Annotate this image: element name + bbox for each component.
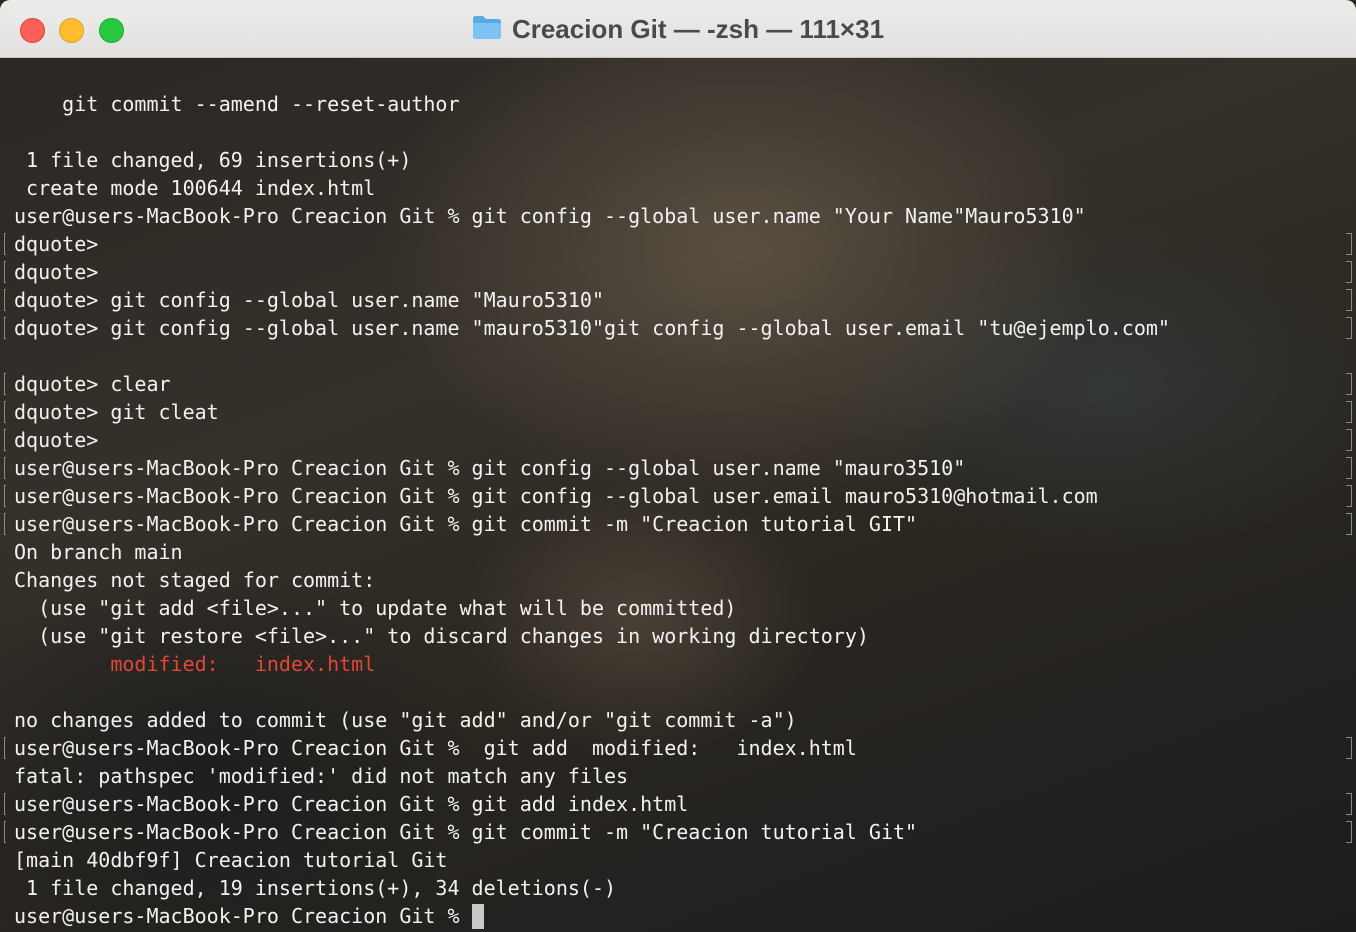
line-text: [main 40dbf9f] Creacion tutorial Git — [14, 848, 448, 872]
terminal-line: 1 file changed, 19 insertions(+), 34 del… — [14, 874, 1170, 902]
line-text: user@users-MacBook-Pro Creacion Git % — [14, 904, 472, 928]
line-mark-left — [4, 429, 6, 451]
terminal-line: fatal: pathspec 'modified:' did not matc… — [14, 762, 1170, 790]
line-text: user@users-MacBook-Pro Creacion Git % gi… — [14, 204, 1086, 228]
line-mark-right — [1346, 233, 1352, 255]
terminal-line: user@users-MacBook-Pro Creacion Git % gi… — [4, 818, 1352, 846]
line-text: dquote> git cleat — [14, 400, 219, 424]
line-text: git commit --amend --reset-author — [14, 92, 460, 116]
terminal-line: dquote> clear — [4, 370, 1352, 398]
terminal-line: On branch main — [14, 538, 1170, 566]
line-mark-right — [1346, 485, 1352, 507]
terminal-window: Creacion Git — -zsh — 111×31 git commit … — [0, 0, 1356, 932]
terminal-line: (use "git add <file>..." to update what … — [14, 594, 1170, 622]
line-text: user@users-MacBook-Pro Creacion Git % gi… — [14, 456, 966, 480]
title-container: Creacion Git — -zsh — 111×31 — [0, 0, 1356, 58]
text-cursor — [471, 904, 484, 929]
terminal-line: user@users-MacBook-Pro Creacion Git % gi… — [4, 734, 1352, 762]
line-mark-right — [1346, 429, 1352, 451]
line-text: (use "git restore <file>..." to discard … — [14, 624, 869, 648]
line-mark-right — [1346, 261, 1352, 283]
terminal-line: Changes not staged for commit: — [14, 566, 1170, 594]
line-text: user@users-MacBook-Pro Creacion Git % gi… — [14, 820, 918, 844]
terminal-line: user@users-MacBook-Pro Creacion Git % gi… — [4, 454, 1352, 482]
terminal-line: dquote> git config --global user.name "m… — [4, 314, 1352, 342]
line-text: 1 file changed, 69 insertions(+) — [14, 148, 412, 172]
line-mark-right — [1346, 373, 1352, 395]
terminal-line: 1 file changed, 69 insertions(+) — [14, 146, 1170, 174]
line-mark-right — [1346, 737, 1352, 759]
line-text: no changes added to commit (use "git add… — [14, 708, 797, 732]
line-text: On branch main — [14, 540, 183, 564]
terminal-output[interactable]: git commit --amend --reset-author 1 file… — [0, 58, 1356, 932]
line-mark-right — [1346, 821, 1352, 843]
line-text: dquote> — [14, 260, 99, 284]
folder-icon — [472, 14, 502, 45]
terminal-line: user@users-MacBook-Pro Creacion Git % gi… — [4, 482, 1352, 510]
line-text: Changes not staged for commit: — [14, 568, 376, 592]
line-text: dquote> git config --global user.name "M… — [14, 288, 605, 312]
terminal-line: modified: index.html — [14, 650, 1170, 678]
line-mark-left — [4, 793, 6, 815]
line-mark-right — [1346, 513, 1352, 535]
line-text: (use "git add <file>..." to update what … — [14, 596, 737, 620]
terminal-lines: git commit --amend --reset-author 1 file… — [4, 90, 1352, 930]
line-mark-left — [4, 289, 6, 311]
line-mark-left — [4, 513, 6, 535]
line-text: fatal: pathspec 'modified:' did not matc… — [14, 764, 629, 788]
line-mark-left — [4, 401, 6, 423]
modified-file-text: modified: index.html — [110, 652, 376, 676]
line-text: user@users-MacBook-Pro Creacion Git % gi… — [14, 736, 857, 760]
terminal-line: dquote> git config --global user.name "M… — [4, 286, 1352, 314]
line-text: dquote> — [14, 232, 99, 256]
terminal-line: dquote> — [4, 426, 1352, 454]
line-mark-right — [1346, 289, 1352, 311]
line-mark-left — [4, 485, 6, 507]
title-bar[interactable]: Creacion Git — -zsh — 111×31 — [0, 0, 1356, 58]
line-mark-left — [4, 261, 6, 283]
terminal-line: user@users-MacBook-Pro Creacion Git % — [14, 902, 1170, 930]
line-mark-left — [4, 457, 6, 479]
window-title: Creacion Git — -zsh — 111×31 — [511, 13, 885, 44]
line-mark-left — [4, 317, 6, 339]
terminal-line: user@users-MacBook-Pro Creacion Git % gi… — [4, 510, 1352, 538]
terminal-line: [main 40dbf9f] Creacion tutorial Git — [14, 846, 1170, 874]
terminal-line: dquote> — [4, 258, 1352, 286]
terminal-line: dquote> git cleat — [4, 398, 1352, 426]
line-mark-right — [1346, 401, 1352, 423]
terminal-line: git commit --amend --reset-author — [14, 90, 1170, 118]
line-mark-left — [4, 373, 6, 395]
line-mark-left — [4, 233, 6, 255]
line-mark-left — [4, 737, 6, 759]
line-mark-right — [1346, 793, 1352, 815]
line-text: user@users-MacBook-Pro Creacion Git % gi… — [14, 512, 918, 536]
terminal-line: no changes added to commit (use "git add… — [14, 706, 1170, 734]
line-text: create mode 100644 index.html — [14, 176, 376, 200]
terminal-line: create mode 100644 index.html — [14, 174, 1170, 202]
line-mark-left — [4, 821, 6, 843]
line-mark-right — [1346, 457, 1352, 479]
terminal-line: (use "git restore <file>..." to discard … — [14, 622, 1170, 650]
line-mark-right — [1346, 317, 1352, 339]
line-text: user@users-MacBook-Pro Creacion Git % gi… — [14, 792, 689, 816]
line-text: user@users-MacBook-Pro Creacion Git % gi… — [14, 484, 1098, 508]
terminal-line: user@users-MacBook-Pro Creacion Git % gi… — [4, 790, 1352, 818]
line-text: dquote> — [14, 428, 99, 452]
line-text: 1 file changed, 19 insertions(+), 34 del… — [14, 876, 617, 900]
line-text: dquote> clear — [14, 372, 171, 396]
line-text: dquote> git config --global user.name "m… — [14, 316, 1170, 340]
terminal-line: user@users-MacBook-Pro Creacion Git % gi… — [14, 202, 1170, 230]
terminal-line: dquote> — [4, 230, 1352, 258]
